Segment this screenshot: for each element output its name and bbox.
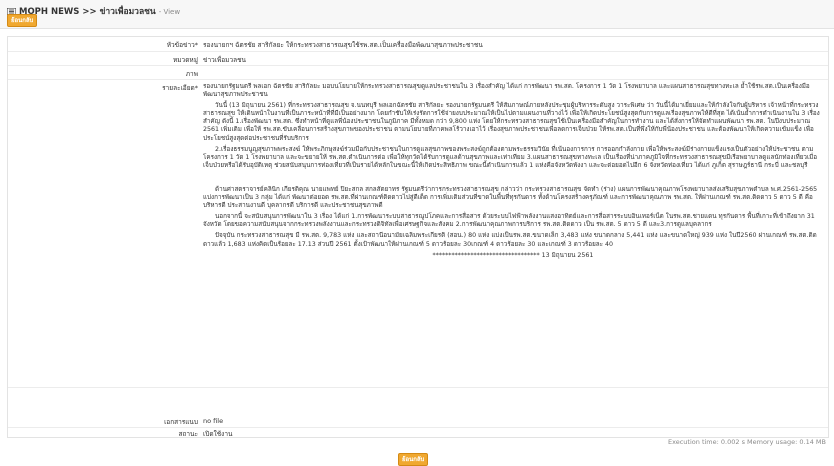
page-header: MOPH NEWS >> ข่าวเพื่อมวลชน - View ย้อนก…	[0, 0, 834, 29]
attachment-label: เอกสารแนบ	[164, 418, 198, 426]
view-label: - View	[158, 8, 181, 16]
category-value: ข่าวเพื่อมวลชน	[203, 56, 246, 64]
status-label: สถานะ	[178, 430, 199, 438]
image-row: ภาพ	[8, 66, 828, 80]
attachment-row: เอกสารแนบ no file	[8, 414, 828, 428]
image-label: ภาพ	[185, 70, 198, 78]
status-row: สถานะ เปิดใช้งาน	[8, 428, 828, 438]
category-row: หมวดหมู่ ข่าวเพื่อมวลชน	[8, 52, 828, 66]
back-button-top[interactable]: ย้อนกลับ	[7, 14, 38, 27]
back-button-bottom[interactable]: ย้อนกลับ	[398, 453, 429, 466]
category-label: หมวดหมู่	[172, 56, 198, 64]
detail-paragraph: วันนี้ (13 มิถุนายน 2561) ที่กระทรวงสาธา…	[203, 102, 820, 142]
section-name: ข่าวเพื่อมวลชน	[99, 7, 156, 17]
attachment-value: no file	[203, 417, 224, 425]
title-label: หัวข้อข่าว*	[166, 41, 198, 49]
detail-paragraph: ปัจจุบัน กระทรวงสาธารณสุข มี รพ.สต. 9,78…	[203, 232, 817, 248]
news-detail-form: หัวข้อข่าว* รองนายกฯ ฉัตรชัย สาริกัลยะ ใ…	[7, 36, 829, 438]
breadcrumb-separator: >>	[82, 7, 97, 17]
title-value: รองนายกฯ ฉัตรชัย สาริกัลยะ ให้กระทรวงสาธ…	[203, 41, 483, 49]
detail-content: รองนายกรัฐมนตรี พลเอก ฉัตรชัย สาริกัลยะ …	[203, 83, 823, 263]
title-row: หัวข้อข่าว* รองนายกฯ ฉัตรชัย สาริกัลยะ ใ…	[8, 37, 828, 52]
detail-paragraph: ด้านศาสตราจารย์คลินิก เกียรติคุณ นายแพทย…	[203, 185, 818, 210]
detail-paragraph: 2.เรื่องธรรมนูญสุขภาพพระสงฆ์ ให้พระภิกษุ…	[203, 145, 818, 169]
detail-label: รายละเอียด*	[162, 84, 198, 92]
execution-info: Execution time: 0.002 s Memory usage: 0.…	[667, 438, 826, 446]
detail-paragraph: รองนายกรัฐมนตรี พลเอก ฉัตรชัย สาริกัลยะ …	[203, 83, 810, 99]
detail-paragraph: นอกจากนี้ จะสนับสนุนการพัฒนาใน 3 เรื่อง …	[203, 213, 815, 229]
detail-row: รายละเอียด* รองนายกรัฐมนตรี พลเอก ฉัตรชั…	[8, 80, 828, 388]
detail-date-line: ********************************** 13 มิ…	[432, 251, 594, 259]
